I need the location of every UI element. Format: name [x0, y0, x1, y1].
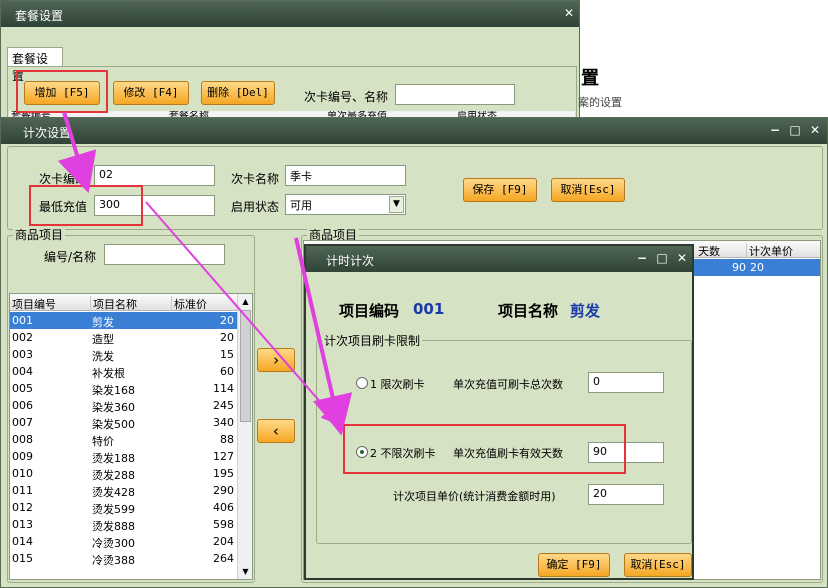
annotation-arrows: [57, 111, 353, 436]
arrow-unit-to-unlimited: [294, 237, 353, 436]
arrow-min-recharge-to-unlimited: [145, 201, 342, 427]
arrow-add-to-min-recharge: [57, 111, 97, 194]
